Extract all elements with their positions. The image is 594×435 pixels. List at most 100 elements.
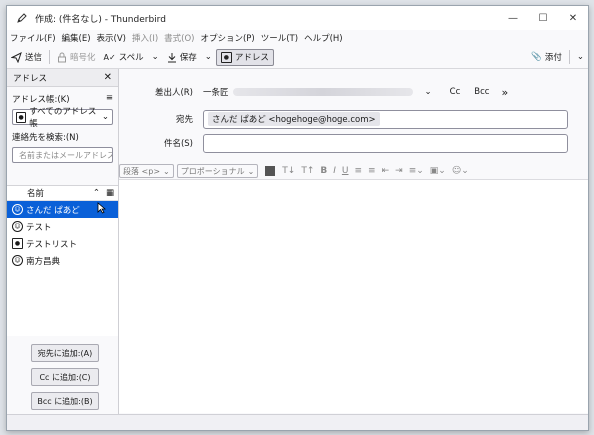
indent-icon[interactable]: ⇥ <box>392 166 406 176</box>
subject-input[interactable] <box>203 133 568 153</box>
save-label: 保存 <box>179 53 197 63</box>
list-item[interactable]: ☺ テスト <box>7 218 118 235</box>
maximize-button[interactable]: ☐ <box>528 6 558 30</box>
mailing-list-icon: ● <box>12 238 23 249</box>
status-bar <box>7 414 588 430</box>
address-book-icon: ● <box>220 51 232 63</box>
download-icon <box>167 52 176 62</box>
to-row: 宛先 さんだ ぱあど <hogehoge@hoge.com> <box>119 109 588 129</box>
menu-view[interactable]: 表示(V) <box>94 32 129 44</box>
font-select[interactable]: プロポーショナル ⌄ <box>176 164 259 178</box>
window-title: 作成: (件名なし) - Thunderbird <box>35 14 166 25</box>
send-icon <box>11 51 22 63</box>
menu-options[interactable]: オプション(P) <box>197 32 257 44</box>
close-icon[interactable]: ✕ <box>104 72 112 83</box>
toolbar-separator <box>568 50 570 64</box>
format-toolbar: 段落 <p> ⌄ プロポーショナル ⌄ T↓ T↑ B I U ≡ ≡ ⇤ ⇥ … <box>119 163 588 180</box>
contact-name: さんだ ぱあど <box>26 205 80 216</box>
spell-label: スペル <box>118 53 144 63</box>
menu-format[interactable]: 書式(O) <box>161 32 197 44</box>
contact-search-input[interactable]: 名前またはメールアドレス <box>12 147 113 163</box>
menu-file[interactable]: ファイル(F) <box>7 32 59 44</box>
from-selector[interactable]: 一条匠 ⌄ <box>203 86 432 98</box>
addressbook-label: アドレス帳:(K) <box>12 95 70 105</box>
underline-icon[interactable]: U <box>339 166 352 176</box>
insert-image-icon[interactable]: ▣⌄ <box>427 166 449 176</box>
add-cc-button[interactable]: Cc に追加:(C) <box>31 368 99 386</box>
list-item[interactable]: ● テストリスト <box>7 235 118 252</box>
lock-icon <box>58 52 67 62</box>
bcc-toggle[interactable]: Bcc <box>474 87 489 97</box>
chevron-down-icon: ⌄ <box>163 166 170 176</box>
from-row: 差出人(R) 一条匠 ⌄ Cc Bcc » <box>119 82 588 102</box>
save-button[interactable]: 保存 <box>163 47 201 67</box>
numbered-list-icon[interactable]: ≡ <box>365 166 379 176</box>
close-window-button[interactable]: ✕ <box>558 6 588 30</box>
list-item[interactable]: ☺ 南方昌典 <box>7 252 118 269</box>
spell-button[interactable]: A✓ スペル <box>100 47 148 67</box>
contacts-column-header[interactable]: 名前 ⌃ ▦ <box>7 186 118 201</box>
bullet-list-icon[interactable]: ≡ <box>352 166 366 176</box>
compose-main: 差出人(R) 一条匠 ⌄ Cc Bcc » 宛先 さんだ ぱあど <hogeho… <box>119 69 588 430</box>
toolbar-separator <box>49 50 51 64</box>
contact-name: 南方昌典 <box>26 256 61 267</box>
paragraph-select[interactable]: 段落 <p> ⌄ <box>119 164 174 178</box>
from-label: 差出人(R) <box>154 88 193 98</box>
contacts-sidebar: アドレス ✕ アドレス帳:(K) ≡ ● すべてのアドレス帳 ⌄ 連絡先を検索:… <box>7 69 119 430</box>
add-to-button[interactable]: 宛先に追加:(A) <box>31 344 99 362</box>
list-item[interactable]: ☺ さんだ ぱあど <box>7 201 118 218</box>
addressbook-select[interactable]: ● すべてのアドレス帳 ⌄ <box>12 107 113 129</box>
text-color-icon[interactable] <box>265 166 276 176</box>
mouse-cursor-icon <box>97 202 106 217</box>
subject-row: 件名(S) <box>119 133 588 153</box>
menu-bar: ファイル(F) 編集(E) 表示(V) 挿入(I) 書式(O) オプション(P)… <box>7 30 588 45</box>
attach-button[interactable]: 📎 添付 <box>527 47 566 67</box>
chevron-down-icon: ⌄ <box>204 52 212 62</box>
contact-name: テストリスト <box>26 239 78 250</box>
align-icon[interactable]: ≡⌄ <box>406 166 427 176</box>
title-bar: 作成: (件名なし) - Thunderbird — ☐ ✕ <box>7 6 588 30</box>
sort-up-icon[interactable]: ⌃ <box>93 188 100 198</box>
more-headers-button[interactable]: » <box>501 86 508 99</box>
encrypt-button[interactable]: 暗号化 <box>53 47 100 67</box>
italic-icon[interactable]: I <box>330 166 339 176</box>
compose-toolbar: 送信 暗号化 A✓ スペル ⌄ 保存 ⌄ ● アドレス 📎 添付 ⌄ <box>7 46 588 69</box>
menu-tools[interactable]: ツール(T) <box>258 32 301 44</box>
spell-dropdown[interactable]: ⌄ <box>148 47 163 67</box>
contacts-list: 名前 ⌃ ▦ ☺ さんだ ぱあど ☺ テスト ● テストリスト ☺ 南方昌典 <box>7 185 118 336</box>
address-toggle-button[interactable]: ● アドレス <box>215 48 274 66</box>
address-label: アドレス <box>234 53 269 63</box>
outdent-icon[interactable]: ⇤ <box>379 166 393 176</box>
sidebar-title: アドレス <box>13 73 48 84</box>
bold-icon[interactable]: B <box>317 166 330 176</box>
add-bcc-button[interactable]: Bcc に追加:(B) <box>31 392 99 410</box>
send-button[interactable]: 送信 <box>7 47 46 67</box>
chevron-down-icon: ⌄ <box>101 112 109 122</box>
column-name-label: 名前 <box>27 189 45 199</box>
minimize-button[interactable]: — <box>498 6 528 30</box>
menu-icon[interactable]: ≡ <box>106 93 113 105</box>
compose-window: 作成: (件名なし) - Thunderbird — ☐ ✕ ファイル(F) 編… <box>6 5 589 431</box>
to-label: 宛先 <box>175 115 193 125</box>
sidebar-header: アドレス ✕ <box>7 69 118 87</box>
menu-help[interactable]: ヘルプ(H) <box>301 32 346 44</box>
contact-name: テスト <box>26 222 52 233</box>
menu-insert[interactable]: 挿入(I) <box>129 32 161 44</box>
to-field[interactable]: さんだ ぱあど <hogehoge@hoge.com> <box>203 109 568 129</box>
message-body[interactable] <box>119 180 588 413</box>
smaller-font-icon[interactable]: T↓ <box>279 166 298 176</box>
search-label-row: 連絡先を検索:(N) <box>7 131 118 143</box>
spellcheck-icon: A✓ <box>103 52 116 62</box>
column-picker-icon[interactable]: ▦ <box>106 188 114 198</box>
person-icon: ☺ <box>12 221 23 232</box>
cc-toggle[interactable]: Cc <box>450 87 461 97</box>
recipient-pill[interactable]: さんだ ぱあど <hogehoge@hoge.com> <box>208 112 380 126</box>
save-dropdown[interactable]: ⌄ <box>201 47 216 67</box>
sidebar-actions: 宛先に追加:(A) Cc に追加:(C) Bcc に追加:(B) <box>31 344 99 410</box>
subject-label: 件名(S) <box>163 139 193 149</box>
menu-edit[interactable]: 編集(E) <box>59 32 94 44</box>
from-email-redacted <box>232 88 413 96</box>
attach-dropdown[interactable]: ⌄ <box>573 47 588 67</box>
emoji-icon[interactable]: ☺⌄ <box>449 166 472 176</box>
larger-font-icon[interactable]: T↑ <box>298 166 317 176</box>
